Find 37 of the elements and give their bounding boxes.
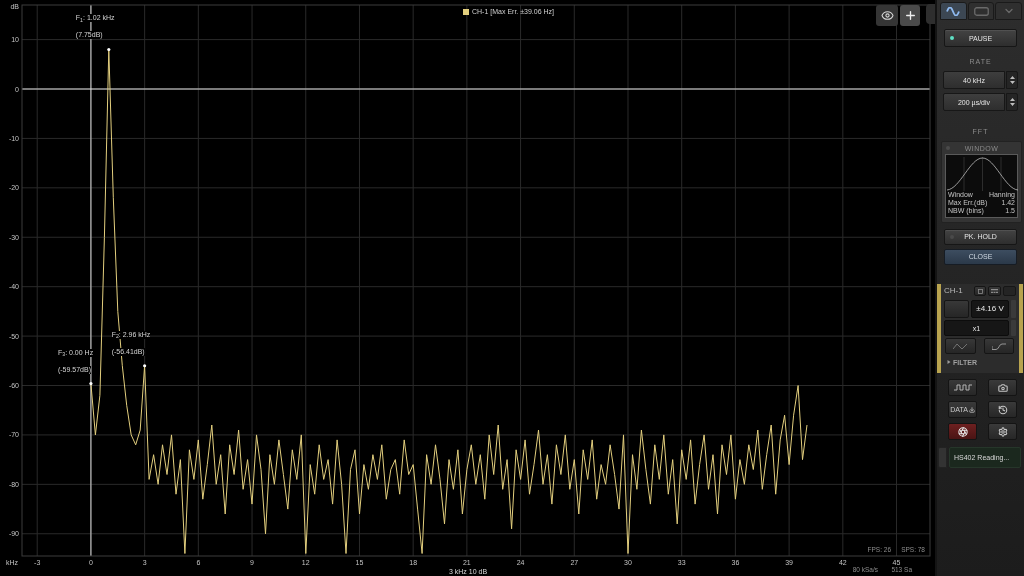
- triangle-wave-icon: [953, 342, 968, 350]
- screen-icon: [973, 6, 989, 16]
- waveform-button[interactable]: [948, 379, 977, 396]
- peak-marker-icon: [89, 381, 93, 386]
- stepper-button[interactable]: [1006, 93, 1018, 111]
- response-button[interactable]: [983, 338, 1014, 354]
- history-button[interactable]: [988, 401, 1017, 418]
- download-icon: [968, 406, 975, 413]
- peak-marker-icon: [107, 47, 111, 52]
- range-field[interactable]: ±4.16 V: [971, 300, 1009, 318]
- sine-wave-icon: [946, 6, 961, 16]
- history-icon: [997, 404, 1008, 415]
- trigger-slope-button[interactable]: [945, 338, 976, 354]
- aperture-button[interactable]: [948, 423, 977, 440]
- curve-icon: [991, 342, 1006, 350]
- panel-handle[interactable]: [926, 4, 935, 24]
- aperture-icon: [957, 426, 968, 437]
- peak-marker-icon: [143, 364, 147, 368]
- stepper-button[interactable]: [1006, 71, 1018, 89]
- square-wave-icon: [953, 384, 972, 391]
- channel-toggle-button[interactable]: [974, 286, 986, 296]
- add-button[interactable]: [900, 5, 920, 26]
- more-tab[interactable]: [995, 2, 1022, 20]
- camera-button[interactable]: [988, 379, 1017, 396]
- dc-symbol-icon: [991, 289, 998, 293]
- settings-button[interactable]: [988, 423, 1017, 440]
- eye-icon: [880, 9, 894, 22]
- channel-name: CH-1: [944, 286, 964, 296]
- visibility-button[interactable]: [876, 5, 898, 26]
- camera-icon: [997, 382, 1008, 393]
- up-down-arrows-icon: [1009, 98, 1015, 106]
- waveform-tab[interactable]: [940, 2, 967, 20]
- settings-icon: [997, 426, 1008, 437]
- legend-swatch-icon: [463, 8, 469, 15]
- up-down-arrows-icon: [1009, 76, 1015, 84]
- coupling-button[interactable]: [988, 286, 1001, 296]
- plus-icon: [903, 9, 917, 22]
